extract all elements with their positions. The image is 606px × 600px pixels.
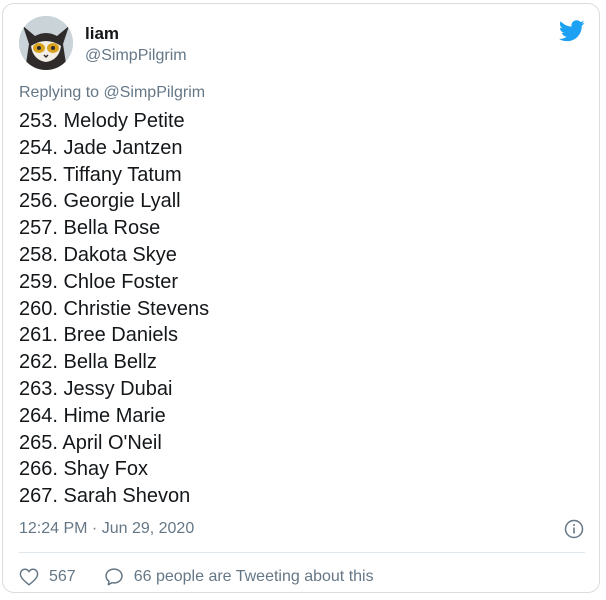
- user-handle[interactable]: @SimpPilgrim: [85, 46, 187, 66]
- list-item: 253. Melody Petite: [19, 110, 185, 132]
- tweet-text: 253. Melody Petite 254. Jade Jantzen 255…: [19, 108, 579, 510]
- list-item: 263. Jessy Dubai: [19, 377, 173, 400]
- list-item: 257. Bella Rose: [19, 217, 161, 240]
- list-item: 261. Bree Daniels: [19, 324, 178, 347]
- cartoon-cat-avatar-icon: [19, 16, 73, 70]
- list-item: 258. Dakota Skye: [19, 243, 177, 266]
- tweet-actions: 567 66 people are Tweeting about this: [19, 566, 374, 588]
- like-button[interactable]: 567: [19, 568, 76, 586]
- like-count: 567: [49, 568, 76, 585]
- list-item: 260. Christie Stevens: [19, 297, 210, 320]
- list-item: 266. Shay Fox: [19, 458, 148, 481]
- tweeting-about-text: 66 people are Tweeting about this: [133, 568, 374, 585]
- display-name[interactable]: liam: [85, 24, 187, 44]
- speech-bubble-icon: [105, 568, 123, 586]
- twitter-bird-icon[interactable]: [559, 20, 585, 42]
- tweet-header: liam @SimpPilgrim: [19, 16, 585, 74]
- list-item: 262. Bella Bellz: [19, 351, 157, 374]
- list-item: 255. Tiffany Tatum: [19, 163, 182, 186]
- replying-to-line: Replying to @SimpPilgrim: [19, 84, 205, 102]
- replying-to-label: Replying to: [19, 84, 100, 101]
- heart-icon: [19, 568, 39, 586]
- divider: [19, 552, 585, 553]
- conversation-link[interactable]: 66 people are Tweeting about this: [104, 567, 374, 587]
- tweet-timestamp[interactable]: 12:24 PM · Jun 29, 2020: [19, 520, 194, 538]
- avatar[interactable]: [19, 16, 73, 70]
- user-names: liam @SimpPilgrim: [85, 24, 187, 66]
- replying-to-mention[interactable]: @SimpPilgrim: [104, 84, 206, 101]
- info-icon[interactable]: [564, 519, 584, 539]
- list-item: 254. Jade Jantzen: [19, 136, 183, 159]
- list-item: 267. Sarah Shevon: [19, 485, 191, 508]
- tweet-card: liam @SimpPilgrim Replying to @SimpPilgr…: [2, 3, 600, 593]
- list-item: 259. Chloe Foster: [19, 270, 178, 293]
- list-item: 256. Georgie Lyall: [19, 190, 181, 213]
- list-item: 265. April O'Neil: [19, 431, 162, 454]
- list-item: 264. Hime Marie: [19, 404, 166, 427]
